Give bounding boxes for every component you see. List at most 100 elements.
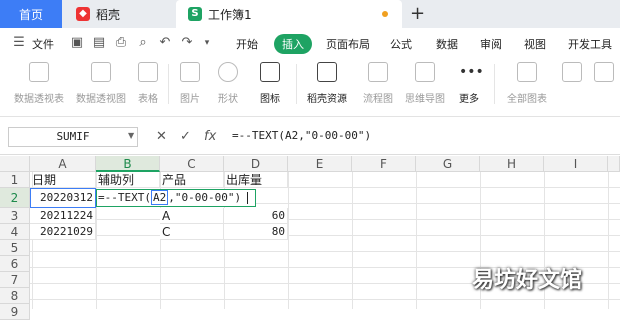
tab-workbook[interactable]: S 工作簿1 bbox=[176, 0, 402, 28]
cell-b2-editor[interactable]: =--TEXT(A2 ,"0-00-00") bbox=[96, 189, 256, 207]
row-header-3[interactable]: 3 bbox=[0, 208, 30, 224]
more-button[interactable]: ••• 更多 bbox=[454, 62, 484, 105]
flowchart-label: 流程图 bbox=[363, 94, 393, 105]
menu-item-start[interactable]: 开始 bbox=[236, 36, 258, 52]
tab-workbook-label: 工作簿1 bbox=[208, 7, 252, 22]
quick-access-dropdown-icon[interactable]: ▾ bbox=[200, 36, 214, 50]
cell-a4[interactable]: 20221029 bbox=[30, 224, 96, 240]
cell-d3[interactable]: 60 bbox=[224, 208, 288, 224]
menu-item-view[interactable]: 视图 bbox=[524, 36, 546, 52]
daoke-resources-button[interactable]: 稻壳资源 bbox=[304, 62, 350, 105]
all-charts-label: 全部图表 bbox=[507, 94, 547, 105]
menu-item-page-layout[interactable]: 页面布局 bbox=[326, 36, 370, 52]
more-dots-icon: ••• bbox=[459, 64, 484, 80]
picture-icon bbox=[180, 62, 200, 82]
save-icon[interactable]: ▣ bbox=[70, 36, 84, 50]
row-header-7[interactable]: 7 bbox=[0, 272, 30, 288]
column-header-a[interactable]: A bbox=[30, 156, 96, 172]
cell-c1[interactable]: 产品 bbox=[160, 172, 224, 188]
cell-d4[interactable]: 80 bbox=[224, 224, 288, 240]
cell-c4[interactable]: C bbox=[160, 224, 224, 240]
cell-a1[interactable]: 日期 bbox=[30, 172, 96, 188]
picture-label: 图片 bbox=[180, 94, 200, 105]
cell-c3[interactable]: A bbox=[160, 208, 224, 224]
column-header-e[interactable]: E bbox=[288, 156, 352, 172]
flowchart-icon bbox=[368, 62, 388, 82]
select-all-corner[interactable] bbox=[0, 156, 30, 172]
menu-item-review[interactable]: 审阅 bbox=[480, 36, 502, 52]
tab-home[interactable]: 首页 bbox=[0, 0, 62, 28]
tab-daoke[interactable]: ◆ 稻壳 bbox=[64, 0, 174, 28]
cell-a2[interactable]: 20220312 bbox=[30, 188, 96, 208]
hamburger-menu-icon[interactable]: ☰ bbox=[12, 36, 26, 50]
export-pdf-icon[interactable]: ▤ bbox=[92, 36, 106, 50]
row-header-9[interactable]: 9 bbox=[0, 304, 30, 320]
menu-item-insert[interactable]: 插入 bbox=[274, 34, 312, 54]
cell-a3[interactable]: 20211224 bbox=[30, 208, 96, 224]
column-header-f[interactable]: F bbox=[352, 156, 416, 172]
column-header-i[interactable]: I bbox=[544, 156, 608, 172]
table-button[interactable]: 表格 bbox=[134, 62, 162, 105]
shape-label: 形状 bbox=[218, 94, 238, 105]
column-header-h[interactable]: H bbox=[480, 156, 544, 172]
column-header-j[interactable] bbox=[608, 156, 620, 172]
name-box-dropdown-icon[interactable]: ▼ bbox=[128, 131, 134, 140]
table-label: 表格 bbox=[138, 94, 158, 105]
icon-library-icon bbox=[260, 62, 280, 82]
flowchart-button[interactable]: 流程图 bbox=[360, 62, 396, 105]
spreadsheet-icon: S bbox=[188, 7, 202, 21]
picture-button[interactable]: 图片 bbox=[176, 62, 204, 105]
all-charts-button[interactable]: 全部图表 bbox=[502, 62, 552, 105]
row-header-2[interactable]: 2 bbox=[0, 188, 30, 208]
column-header-b[interactable]: B bbox=[96, 156, 160, 172]
icon-library-button[interactable]: 图标 bbox=[256, 62, 284, 105]
redo-icon[interactable]: ↷ bbox=[180, 36, 194, 50]
confirm-icon[interactable]: ✓ bbox=[180, 129, 191, 144]
chart-type-button[interactable] bbox=[562, 62, 582, 82]
row-header-8[interactable]: 8 bbox=[0, 288, 30, 304]
tab-daoke-label: 稻壳 bbox=[96, 7, 121, 22]
formula-suffix: ,"0-00-00") bbox=[168, 191, 242, 204]
icon-library-label: 图标 bbox=[260, 94, 280, 105]
pivot-table-button[interactable]: 数据透视表 bbox=[10, 62, 68, 105]
mindmap-icon bbox=[415, 62, 435, 82]
mindmap-button[interactable]: 思维导图 bbox=[402, 62, 448, 105]
column-header-d[interactable]: D bbox=[224, 156, 288, 172]
menu-file[interactable]: 文件 bbox=[32, 36, 54, 52]
line-chart-button[interactable] bbox=[594, 62, 614, 82]
ribbon-divider bbox=[168, 64, 169, 104]
menu-item-developer[interactable]: 开发工具 bbox=[568, 36, 612, 52]
print-icon[interactable]: ⎙ bbox=[114, 36, 128, 50]
print-preview-icon[interactable]: ⌕ bbox=[136, 36, 150, 50]
pivot-chart-icon bbox=[91, 62, 111, 82]
unsaved-dot-icon bbox=[382, 11, 388, 17]
column-chart-icon bbox=[562, 62, 582, 82]
formula-input[interactable]: =--TEXT(A2,"0-00-00") bbox=[232, 129, 371, 142]
ribbon-divider bbox=[296, 64, 297, 104]
table-icon bbox=[138, 62, 158, 82]
column-header-g[interactable]: G bbox=[416, 156, 480, 172]
insert-function-icon[interactable]: fx bbox=[204, 129, 216, 144]
name-box[interactable]: SUMIF bbox=[8, 127, 138, 147]
line-chart-icon bbox=[594, 62, 614, 82]
cell-b1[interactable]: 辅助列 bbox=[96, 172, 160, 188]
menu-item-formulas[interactable]: 公式 bbox=[390, 36, 412, 52]
menu-item-data[interactable]: 数据 bbox=[436, 36, 458, 52]
cancel-icon[interactable]: ✕ bbox=[156, 129, 167, 144]
row-header-6[interactable]: 6 bbox=[0, 256, 30, 272]
shape-button[interactable]: 形状 bbox=[214, 62, 242, 105]
undo-icon[interactable]: ↶ bbox=[158, 36, 172, 50]
pivot-chart-label: 数据透视图 bbox=[76, 94, 126, 105]
row-header-1[interactable]: 1 bbox=[0, 172, 30, 188]
pivot-chart-button[interactable]: 数据透视图 bbox=[72, 62, 130, 105]
shape-icon bbox=[218, 62, 238, 82]
column-header-c[interactable]: C bbox=[160, 156, 224, 172]
mindmap-label: 思维导图 bbox=[405, 94, 445, 105]
row-header-5[interactable]: 5 bbox=[0, 240, 30, 256]
bar-chart-icon bbox=[517, 62, 537, 82]
cell-d1[interactable]: 出库量 bbox=[224, 172, 288, 188]
daoke-resources-label: 稻壳资源 bbox=[307, 94, 347, 105]
new-tab-button[interactable]: + bbox=[410, 3, 425, 24]
row-header-4[interactable]: 4 bbox=[0, 224, 30, 240]
daoke-logo-icon: ◆ bbox=[76, 7, 90, 21]
